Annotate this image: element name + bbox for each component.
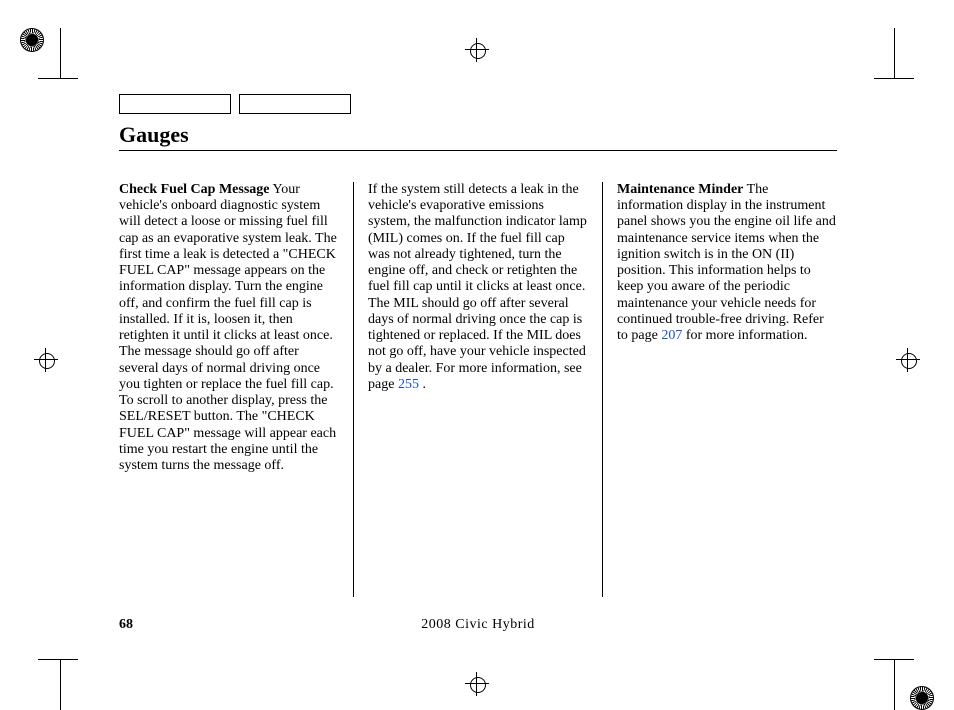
- column-3: Maintenance Minder The information displ…: [602, 182, 837, 597]
- header-box: [239, 94, 351, 114]
- footer-text: 2008 Civic Hybrid: [119, 617, 837, 633]
- body-text-tail: for more information.: [682, 328, 807, 343]
- crop-mark-bottom-right: [874, 650, 934, 710]
- header-placeholder-boxes: [119, 94, 351, 114]
- body-text: Your vehicle's onboard diagnostic system…: [119, 182, 337, 473]
- column-heading: Maintenance Minder: [617, 182, 743, 197]
- column-heading: Check Fuel Cap Message: [119, 182, 270, 197]
- header-box: [119, 94, 231, 114]
- page-body: Gauges Check Fuel Cap Message Your vehic…: [119, 0, 837, 710]
- section-title: Gauges: [119, 122, 189, 148]
- content-columns: Check Fuel Cap Message Your vehicle's on…: [119, 182, 837, 597]
- crop-mark-bottom-left: [20, 650, 80, 710]
- column-2: If the system still detects a leak in th…: [353, 182, 602, 597]
- crop-mark-top-right: [874, 28, 934, 88]
- title-rule: [119, 150, 837, 151]
- page-ref-link[interactable]: 207: [661, 328, 682, 343]
- body-text-tail: .: [419, 377, 426, 392]
- column-1: Check Fuel Cap Message Your vehicle's on…: [119, 182, 353, 597]
- registration-sun-icon: [20, 28, 44, 52]
- page-ref-link[interactable]: 255: [398, 377, 419, 392]
- registration-sun-icon: [910, 686, 934, 710]
- crop-mark-top-left: [20, 28, 80, 88]
- body-text: If the system still detects a leak in th…: [368, 182, 587, 392]
- registration-cross-icon: [896, 348, 920, 372]
- registration-cross-icon: [34, 348, 58, 372]
- body-text: The information display in the instrumen…: [617, 182, 836, 343]
